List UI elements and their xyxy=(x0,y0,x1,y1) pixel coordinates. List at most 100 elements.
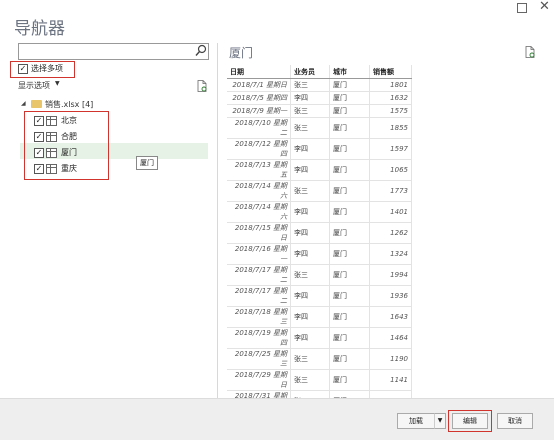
table-row: 2018/7/15 星期日 李四 厦门 1262 xyxy=(227,222,412,244)
chevron-down-icon[interactable]: ▼ xyxy=(55,80,60,87)
table-row: 2018/7/16 星期一 李四 厦门 1324 xyxy=(227,243,412,265)
table-cell: 李四 xyxy=(290,243,330,265)
table-header-row: 日期 业务员 城市 销售额 xyxy=(227,65,412,79)
table-cell: 2018/7/14 星期六 xyxy=(227,201,291,223)
table-cell: 厦门 xyxy=(329,91,370,105)
file-node-label[interactable]: 销售.xlsx [4] xyxy=(45,99,93,110)
table-cell: 1632 xyxy=(369,91,412,105)
table-cell: 厦门 xyxy=(329,138,370,160)
table-cell: 厦门 xyxy=(329,285,370,307)
table-cell: 2018/7/1 星期日 xyxy=(227,78,291,92)
table-cell: 1141 xyxy=(369,369,412,391)
table-cell: 2018/7/18 星期三 xyxy=(227,306,291,328)
table-cell: 2018/7/12 星期四 xyxy=(227,138,291,160)
table-row: 2018/7/17 星期二 张三 厦门 1994 xyxy=(227,264,412,286)
table-cell: 2018/7/19 星期四 xyxy=(227,327,291,349)
table-cell: 厦门 xyxy=(329,180,370,202)
table-cell: 厦门 xyxy=(329,159,370,181)
table-icon xyxy=(46,132,57,142)
table-cell: 厦门 xyxy=(329,104,370,118)
table-cell: 1597 xyxy=(369,138,412,160)
table-cell: 张三 xyxy=(290,369,330,391)
table-cell: 1773 xyxy=(369,180,412,202)
table-row: 2018/7/13 星期五 李四 厦门 1065 xyxy=(227,159,412,181)
table-cell: 张三 xyxy=(290,78,330,92)
table-row: 2018/7/29 星期日 张三 厦门 1141 xyxy=(227,369,412,391)
restore-window-icon[interactable] xyxy=(517,3,527,13)
table-cell: 张三 xyxy=(290,180,330,202)
table-icon xyxy=(46,164,57,174)
load-dropdown-icon[interactable]: ▼ xyxy=(434,413,446,429)
table-cell: 2018/7/10 星期二 xyxy=(227,117,291,139)
table-cell: 李四 xyxy=(290,285,330,307)
table-cell: 2018/7/14 星期六 xyxy=(227,180,291,202)
search-input[interactable] xyxy=(18,43,209,60)
table-cell: 厦门 xyxy=(329,264,370,286)
table-cell: 1855 xyxy=(369,117,412,139)
table-cell: 李四 xyxy=(290,327,330,349)
preview-table: 日期 业务员 城市 销售额 2018/7/1 星期日 张三 厦门 1801 2018/7… xyxy=(227,65,412,412)
select-multiple-checkbox[interactable]: ✓ xyxy=(18,64,28,74)
column-header: 城市 xyxy=(329,65,370,79)
pane-divider[interactable] xyxy=(217,43,218,398)
table-cell: 2018/7/15 星期日 xyxy=(227,222,291,244)
display-options-button[interactable]: 显示选项 xyxy=(18,80,50,91)
refresh-document-icon[interactable] xyxy=(197,80,207,92)
table-cell: 2018/7/25 星期三 xyxy=(227,348,291,370)
column-header: 日期 xyxy=(227,65,291,79)
table-cell: 1994 xyxy=(369,264,412,286)
search-icon[interactable] xyxy=(195,44,207,57)
document-options-icon[interactable] xyxy=(525,46,535,58)
table-cell: 厦门 xyxy=(329,369,370,391)
preview-title: 厦门 xyxy=(229,46,254,60)
sheet-checkbox-beijing[interactable]: ✓ xyxy=(34,116,44,126)
table-row: 2018/7/19 星期四 李四 厦门 1464 xyxy=(227,327,412,349)
sheet-label-xiamen[interactable]: 厦门 xyxy=(61,147,77,158)
table-row: 2018/7/14 星期六 张三 厦门 1773 xyxy=(227,180,412,202)
table-cell: 2018/7/17 星期二 xyxy=(227,285,291,307)
table-cell: 1401 xyxy=(369,201,412,223)
table-cell: 厦门 xyxy=(329,243,370,265)
cancel-button[interactable]: 取消 xyxy=(497,413,533,429)
table-cell: 1643 xyxy=(369,306,412,328)
column-header: 销售额 xyxy=(369,65,412,79)
table-row: 2018/7/14 星期六 李四 厦门 1401 xyxy=(227,201,412,223)
table-row: 2018/7/5 星期四 李四 厦门 1632 xyxy=(227,91,412,105)
close-icon[interactable]: ✕ xyxy=(539,0,550,13)
table-row: 2018/7/17 星期二 李四 厦门 1936 xyxy=(227,285,412,307)
table-cell: 李四 xyxy=(290,138,330,160)
table-icon xyxy=(46,116,57,126)
table-cell: 张三 xyxy=(290,117,330,139)
table-cell: 李四 xyxy=(290,159,330,181)
sheet-checkbox-chongqing[interactable]: ✓ xyxy=(34,164,44,174)
sheet-checkbox-hefei[interactable]: ✓ xyxy=(34,132,44,142)
table-cell: 2018/7/17 星期二 xyxy=(227,264,291,286)
sheet-label-beijing[interactable]: 北京 xyxy=(61,115,77,126)
sheet-checkbox-xiamen[interactable]: ✓ xyxy=(34,148,44,158)
table-cell: 2018/7/16 星期一 xyxy=(227,243,291,265)
table-row: 2018/7/9 星期一 张三 厦门 1575 xyxy=(227,104,412,118)
table-cell: 李四 xyxy=(290,91,330,105)
window-title: 导航器 xyxy=(14,19,65,39)
table-cell: 1464 xyxy=(369,327,412,349)
table-row: 2018/7/12 星期四 李四 厦门 1597 xyxy=(227,138,412,160)
load-button[interactable]: 加载 xyxy=(397,413,435,429)
table-cell: 李四 xyxy=(290,306,330,328)
edit-button[interactable]: 编辑 xyxy=(452,413,488,429)
table-cell: 2018/7/9 星期一 xyxy=(227,104,291,118)
sheet-label-chongqing[interactable]: 重庆 xyxy=(61,163,77,174)
table-cell: 厦门 xyxy=(329,117,370,139)
table-cell: 1190 xyxy=(369,348,412,370)
table-row: 2018/7/10 星期二 张三 厦门 1855 xyxy=(227,117,412,139)
table-cell: 李四 xyxy=(290,201,330,223)
table-cell: 厦门 xyxy=(329,348,370,370)
table-cell: 厦门 xyxy=(329,222,370,244)
select-multiple-label[interactable]: 选择多项 xyxy=(31,63,63,74)
column-header: 业务员 xyxy=(290,65,330,79)
table-cell: 张三 xyxy=(290,348,330,370)
tooltip: 厦门 xyxy=(136,156,158,170)
sheet-label-hefei[interactable]: 合肥 xyxy=(61,131,77,142)
collapse-arrow-icon[interactable]: ◢ xyxy=(21,100,26,107)
table-cell: 张三 xyxy=(290,104,330,118)
table-row: 2018/7/1 星期日 张三 厦门 1801 xyxy=(227,78,412,92)
